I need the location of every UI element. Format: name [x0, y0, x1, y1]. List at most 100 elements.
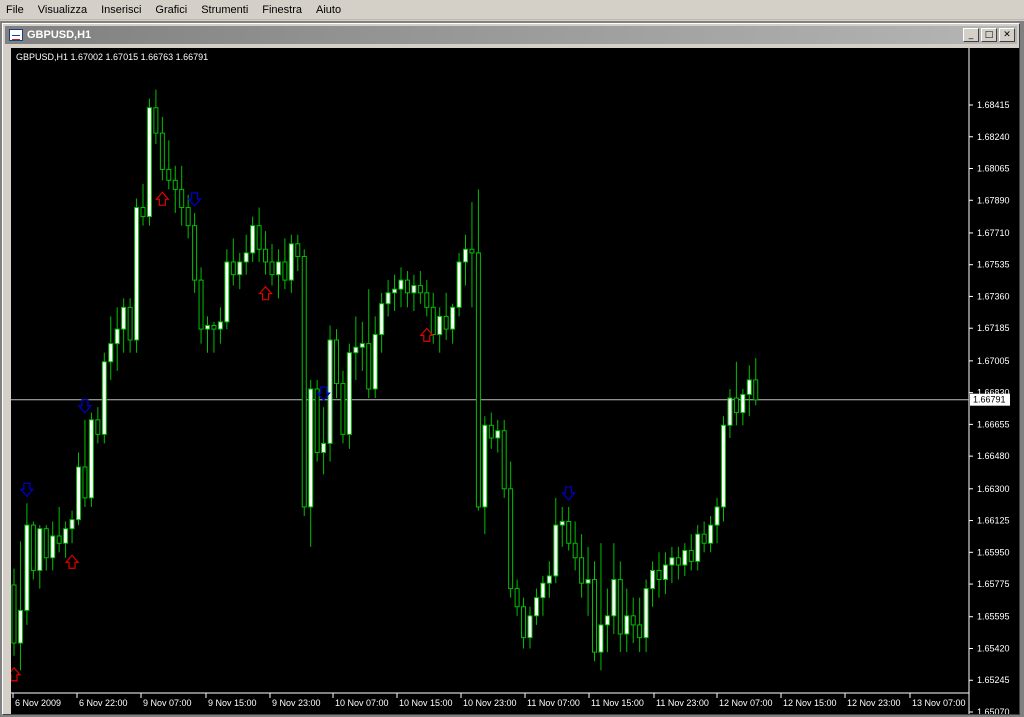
menu-file[interactable]: File: [0, 0, 32, 20]
candle-body: [585, 579, 591, 584]
candle-body: [469, 248, 475, 254]
candle-body: [592, 579, 597, 653]
candle-body: [140, 207, 146, 218]
price-tick-label: 1.66300: [977, 484, 1010, 494]
price-tick-label: 1.67890: [977, 195, 1010, 205]
time-tick-label: 10 Nov 15:00: [399, 698, 453, 708]
menu-window[interactable]: Finestra: [256, 0, 310, 20]
price-tick-label: 1.65595: [977, 612, 1010, 622]
time-tick-label: 10 Nov 23:00: [463, 698, 517, 708]
time-tick-label: 6 Nov 22:00: [79, 698, 128, 708]
price-tick-label: 1.67535: [977, 260, 1010, 270]
candle-body: [456, 261, 462, 308]
time-tick-label: 12 Nov 23:00: [847, 698, 901, 708]
candle-body: [443, 315, 449, 330]
chart-window[interactable]: GBPUSD,H1 _ □ ✕ GBPUSD,H1 1.67002 1.6701…: [2, 23, 1020, 715]
price-tick-label: 1.65070: [977, 707, 1010, 714]
candle-body: [95, 419, 101, 435]
candle-body: [372, 334, 378, 390]
candle-body: [714, 506, 720, 526]
maximize-button[interactable]: □: [981, 28, 997, 42]
candle-body: [76, 466, 81, 521]
candle-body: [224, 261, 230, 323]
candle-body: [30, 524, 36, 571]
candle-body: [417, 285, 423, 294]
candle-body: [572, 542, 578, 559]
menu-bar: File Visualizza Inserisci Grafici Strume…: [0, 0, 1024, 20]
candle-body: [553, 524, 559, 577]
time-tick-label: 10 Nov 07:00: [335, 698, 389, 708]
candle-body: [269, 261, 275, 276]
candle-body: [114, 328, 120, 345]
minimize-button[interactable]: _: [963, 28, 979, 42]
candle-body: [430, 306, 436, 336]
candle-body: [598, 624, 604, 653]
chart-window-icon: [9, 29, 23, 41]
candle-body: [733, 397, 739, 414]
candle-body: [340, 383, 346, 435]
candle-body: [301, 256, 307, 508]
candle-body: [256, 225, 262, 250]
candle-body: [346, 352, 352, 435]
candle-body: [604, 615, 610, 626]
candle-body: [82, 466, 88, 499]
candle-body: [650, 569, 656, 590]
candle-body: [198, 279, 204, 330]
candle-body: [263, 248, 269, 263]
candle-body: [250, 225, 256, 254]
candle-body: [682, 549, 688, 566]
candle-body: [69, 519, 75, 530]
candle-body: [508, 488, 514, 590]
candle-body: [101, 361, 107, 435]
menu-view[interactable]: Visualizza: [32, 0, 95, 20]
candle-body: [134, 207, 140, 341]
menu-tools[interactable]: Strumenti: [195, 0, 256, 20]
candle-body: [540, 582, 546, 599]
menu-help[interactable]: Aiuto: [310, 0, 349, 20]
price-tick-label: 1.68240: [977, 132, 1010, 142]
mdi-workspace: GBPUSD,H1 _ □ ✕ GBPUSD,H1 1.67002 1.6701…: [0, 21, 1024, 717]
time-tick-label: 11 Nov 15:00: [591, 698, 644, 708]
candle-body: [611, 579, 617, 617]
candle-body: [488, 424, 494, 439]
candle-body: [146, 107, 152, 218]
candle-body: [501, 430, 507, 490]
candle-body: [230, 261, 236, 276]
candle-body: [314, 388, 320, 454]
candle-body: [127, 306, 133, 341]
candle-body: [398, 279, 404, 290]
menu-charts[interactable]: Grafici: [149, 0, 195, 20]
candle-body: [56, 535, 62, 544]
chart-area[interactable]: GBPUSD,H1 1.67002 1.67015 1.66763 1.6679…: [11, 48, 1019, 714]
candle-body: [617, 579, 623, 635]
candle-body: [37, 528, 43, 571]
candle-body: [108, 343, 114, 363]
chart-window-title: GBPUSD,H1: [27, 29, 92, 41]
price-tick-label: 1.66125: [977, 516, 1010, 526]
candle-body: [275, 261, 281, 276]
price-tick-label: 1.65245: [977, 675, 1010, 685]
time-tick-label: 9 Nov 23:00: [272, 698, 321, 708]
menu-insert[interactable]: Inserisci: [95, 0, 149, 20]
candle-body: [566, 520, 572, 544]
candle-body: [675, 557, 681, 566]
price-tick-label: 1.67005: [977, 356, 1010, 366]
price-tick-label: 1.68065: [977, 164, 1010, 174]
price-tick-label: 1.68415: [977, 100, 1010, 110]
price-chart[interactable]: GBPUSD,H1 1.67002 1.67015 1.66763 1.6679…: [11, 48, 1019, 714]
time-tick-label: 9 Nov 07:00: [143, 698, 192, 708]
close-button[interactable]: ✕: [999, 28, 1015, 42]
candle-body: [172, 179, 178, 190]
time-tick-label: 11 Nov 23:00: [656, 698, 709, 708]
candle-body: [282, 261, 288, 281]
candle-body: [366, 343, 372, 390]
candle-body: [385, 292, 391, 305]
price-tick-label: 1.67360: [977, 291, 1010, 301]
candle-body: [217, 321, 223, 330]
candle-body: [643, 588, 649, 639]
candle-body: [482, 424, 488, 508]
candle-body: [379, 303, 385, 336]
candle-body: [708, 524, 714, 544]
chart-window-titlebar[interactable]: GBPUSD,H1 _ □ ✕: [5, 26, 1017, 44]
candle-body: [211, 324, 217, 330]
